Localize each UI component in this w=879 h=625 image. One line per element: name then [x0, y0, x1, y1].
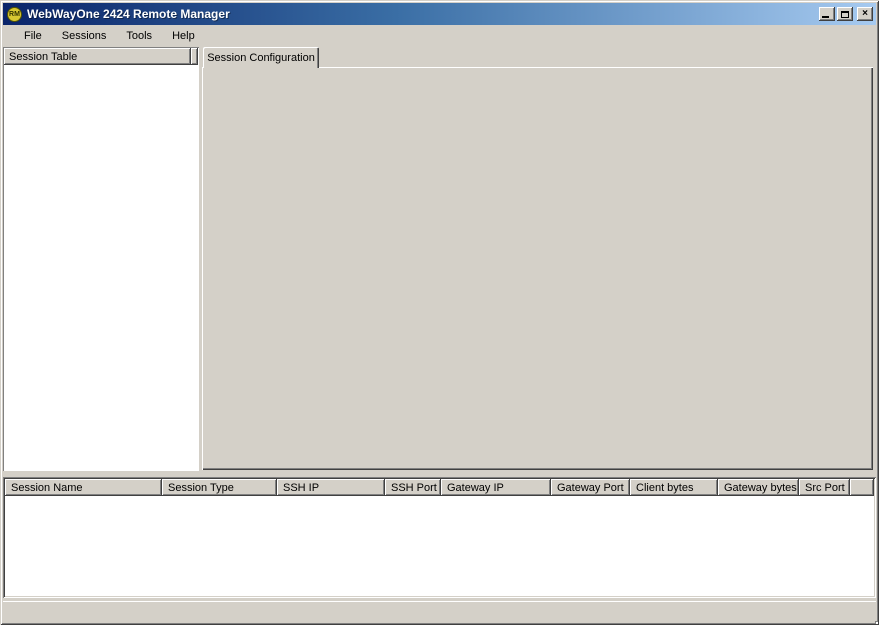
column-header-session-type[interactable]: Session Type [162, 479, 277, 496]
close-icon: × [862, 9, 868, 19]
maximize-button[interactable] [837, 7, 853, 21]
menu-item-sessions[interactable]: Sessions [52, 28, 117, 44]
menu-item-help[interactable]: Help [162, 28, 205, 44]
maximize-icon [841, 11, 849, 18]
column-header-gateway-bytes[interactable]: Gateway bytes [718, 479, 799, 496]
column-header-gateway-port[interactable]: Gateway Port [551, 479, 630, 496]
window-title: WebWayOne 2424 Remote Manager [27, 7, 819, 21]
column-header-gateway-ip[interactable]: Gateway IP [441, 479, 551, 496]
sessions-list[interactable]: Session Name Session Type SSH IP SSH Por… [3, 477, 876, 598]
titlebar[interactable]: RM WebWayOne 2424 Remote Manager × [3, 3, 876, 25]
app-icon: RM [7, 7, 22, 22]
column-header-session-name[interactable]: Session Name [5, 479, 162, 496]
close-button[interactable]: × [857, 7, 873, 21]
column-header-filler [850, 479, 874, 496]
column-header-client-bytes[interactable]: Client bytes [630, 479, 718, 496]
menu-item-tools[interactable]: Tools [116, 28, 162, 44]
menu-item-file[interactable]: File [14, 28, 52, 44]
column-header-src-port[interactable]: Src Port [799, 479, 850, 496]
menu-bar: File Sessions Tools Help [5, 26, 874, 46]
minimize-icon [822, 16, 829, 18]
minimize-button[interactable] [819, 7, 835, 21]
column-header-ssh-ip[interactable]: SSH IP [277, 479, 385, 496]
session-table-header[interactable]: Session Table [4, 48, 191, 65]
column-header-ssh-port[interactable]: SSH Port [385, 479, 441, 496]
status-bar [3, 601, 876, 622]
session-configuration-page [202, 67, 873, 470]
session-table-header-filler [191, 48, 198, 65]
tab-session-configuration[interactable]: Session Configuration [203, 47, 319, 68]
resize-grip-icon[interactable] [871, 617, 873, 619]
app-window: RM WebWayOne 2424 Remote Manager × File … [0, 0, 879, 625]
session-table-panel[interactable]: Session Table [3, 47, 199, 471]
